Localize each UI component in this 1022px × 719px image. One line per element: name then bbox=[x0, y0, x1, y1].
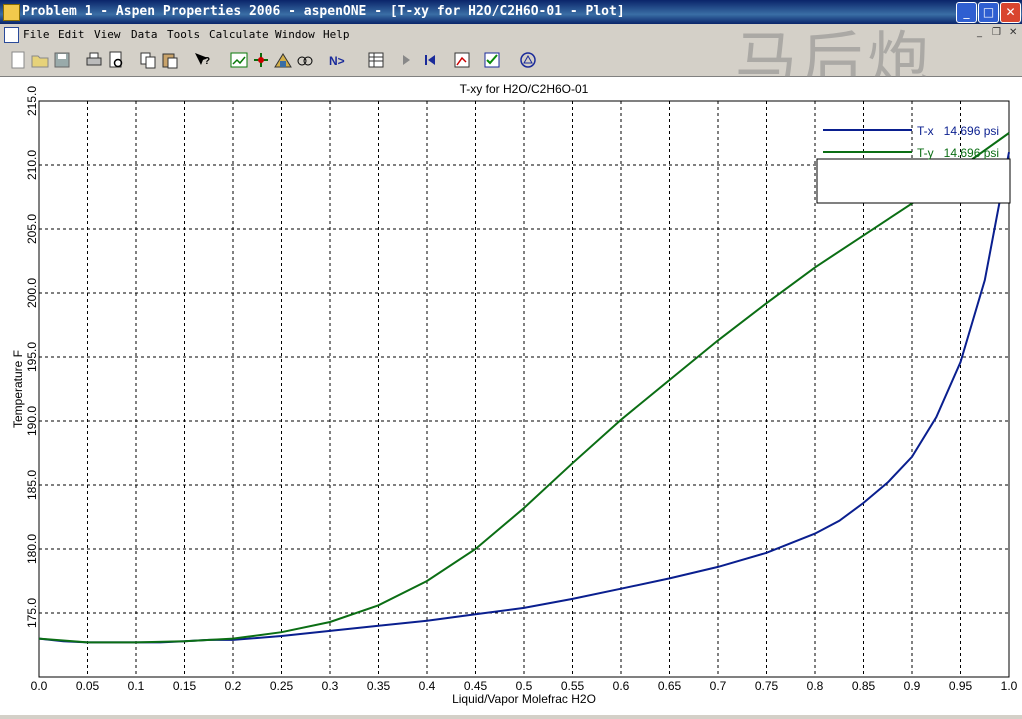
x-tick-label: 0.2 bbox=[225, 679, 242, 693]
x-tick-labels: 0.0 0.05 0.1 0.15 0.2 0.25 0.3 0.35 0.4 0.45 0.5 0.… bbox=[31, 679, 1018, 693]
paste-icon[interactable] bbox=[160, 50, 180, 70]
plot-area: 0.0 0.05 0.1 0.15 0.2 0.25 0.3 0.35 0.4 0.45 0.5 0.… bbox=[0, 77, 1022, 715]
chart-legend: T-x 14.696 psi T-y 14.696 psi bbox=[816, 124, 1011, 204]
x-tick-label: 0.95 bbox=[949, 679, 973, 693]
x-tick-label: 0.8 bbox=[807, 679, 824, 693]
x-tick-label: 0.15 bbox=[173, 679, 197, 693]
x-tick-label: 0.35 bbox=[367, 679, 391, 693]
x-tick-label: 0.3 bbox=[322, 679, 339, 693]
model-library-icon[interactable] bbox=[518, 50, 538, 70]
new-icon[interactable] bbox=[8, 50, 28, 70]
menu-tools[interactable]: Tools bbox=[167, 28, 200, 41]
x-tick-label: 0.6 bbox=[613, 679, 630, 693]
analysis-icon[interactable] bbox=[295, 50, 315, 70]
x-tick-label: 0.7 bbox=[710, 679, 727, 693]
y-tick-label: 210.0 bbox=[25, 150, 39, 180]
results-table-icon[interactable] bbox=[366, 50, 386, 70]
maximize-button[interactable]: □ bbox=[978, 2, 999, 23]
legend-label: T-x 14.696 psi bbox=[917, 124, 999, 138]
legend-label: T-y 14.696 psi bbox=[917, 146, 999, 160]
aspen-app-icon[interactable] bbox=[3, 4, 20, 21]
whats-this-help-icon[interactable]: ? bbox=[192, 50, 212, 70]
y-tick-label: 200.0 bbox=[25, 278, 39, 308]
y-axis-label: Temperature F bbox=[11, 350, 25, 428]
rewind-icon[interactable] bbox=[420, 50, 440, 70]
x-tick-label: 0.55 bbox=[561, 679, 585, 693]
close-button[interactable]: ✕ bbox=[1000, 2, 1021, 23]
menu-calculate[interactable]: Calculate bbox=[209, 28, 269, 41]
document-icon[interactable] bbox=[4, 27, 19, 43]
play-icon[interactable] bbox=[396, 50, 416, 70]
data-browser-icon[interactable] bbox=[229, 50, 249, 70]
x-tick-label: 0.05 bbox=[76, 679, 100, 693]
chart-title: T-xy for H2O/C2H6O-01 bbox=[460, 82, 589, 96]
open-icon[interactable] bbox=[30, 50, 50, 70]
menu-data[interactable]: Data bbox=[131, 28, 158, 41]
y-tick-label: 195.0 bbox=[25, 342, 39, 372]
mdi-minimize-button[interactable]: _ bbox=[977, 27, 982, 38]
x-tick-label: 0.25 bbox=[270, 679, 294, 693]
y-tick-label: 185.0 bbox=[25, 470, 39, 500]
y-tick-label: 215.0 bbox=[25, 86, 39, 116]
x-tick-label: 0.4 bbox=[419, 679, 436, 693]
x-tick-label: 0.1 bbox=[128, 679, 145, 693]
properties-icon[interactable] bbox=[273, 50, 293, 70]
window-title: Problem 1 - Aspen Properties 2006 - aspe… bbox=[22, 4, 625, 19]
print-preview-icon[interactable] bbox=[106, 50, 126, 70]
y-tick-label: 190.0 bbox=[25, 406, 39, 436]
menu-file[interactable]: File bbox=[23, 28, 50, 41]
copy-icon[interactable] bbox=[138, 50, 158, 70]
minimize-button[interactable]: _ bbox=[956, 2, 977, 23]
check-results-icon[interactable] bbox=[482, 50, 502, 70]
x-tick-label: 0.75 bbox=[755, 679, 779, 693]
x-tick-label: 1.0 bbox=[1001, 679, 1018, 693]
x-tick-label: 0.9 bbox=[904, 679, 921, 693]
x-tick-label: 0.85 bbox=[852, 679, 876, 693]
x-tick-label: 0.0 bbox=[31, 679, 48, 693]
menu-edit[interactable]: Edit bbox=[58, 28, 85, 41]
menu-view[interactable]: View bbox=[94, 28, 121, 41]
y-tick-label: 180.0 bbox=[25, 534, 39, 564]
svg-text:?: ? bbox=[204, 56, 210, 67]
save-icon[interactable] bbox=[52, 50, 72, 70]
print-icon[interactable] bbox=[84, 50, 104, 70]
menu-window[interactable]: Window bbox=[275, 28, 315, 41]
x-tick-label: 0.45 bbox=[464, 679, 488, 693]
mdi-close-button[interactable]: ✕ bbox=[1009, 27, 1017, 38]
x-tick-label: 0.5 bbox=[516, 679, 533, 693]
x-tick-label: 0.65 bbox=[658, 679, 682, 693]
txy-chart: 0.0 0.05 0.1 0.15 0.2 0.25 0.3 0.35 0.4 0.45 0.5 0.… bbox=[11, 82, 1018, 706]
x-axis-label: Liquid/Vapor Molefrac H2O bbox=[452, 692, 596, 706]
flowsheet-icon[interactable] bbox=[251, 50, 271, 70]
y-tick-label: 205.0 bbox=[25, 214, 39, 244]
menu-help[interactable]: Help bbox=[323, 28, 350, 41]
legend-box bbox=[816, 158, 1011, 204]
y-tick-labels: 175.0 180.0 185.0 190.0 195.0 200.0 205.0 210.0… bbox=[25, 86, 39, 628]
mdi-restore-button[interactable]: ❐ bbox=[992, 27, 1001, 38]
next-icon[interactable]: N> bbox=[327, 50, 351, 70]
y-tick-label: 175.0 bbox=[25, 598, 39, 628]
next-icon-label: N> bbox=[329, 54, 345, 68]
plot-wizard-icon[interactable] bbox=[452, 50, 472, 70]
